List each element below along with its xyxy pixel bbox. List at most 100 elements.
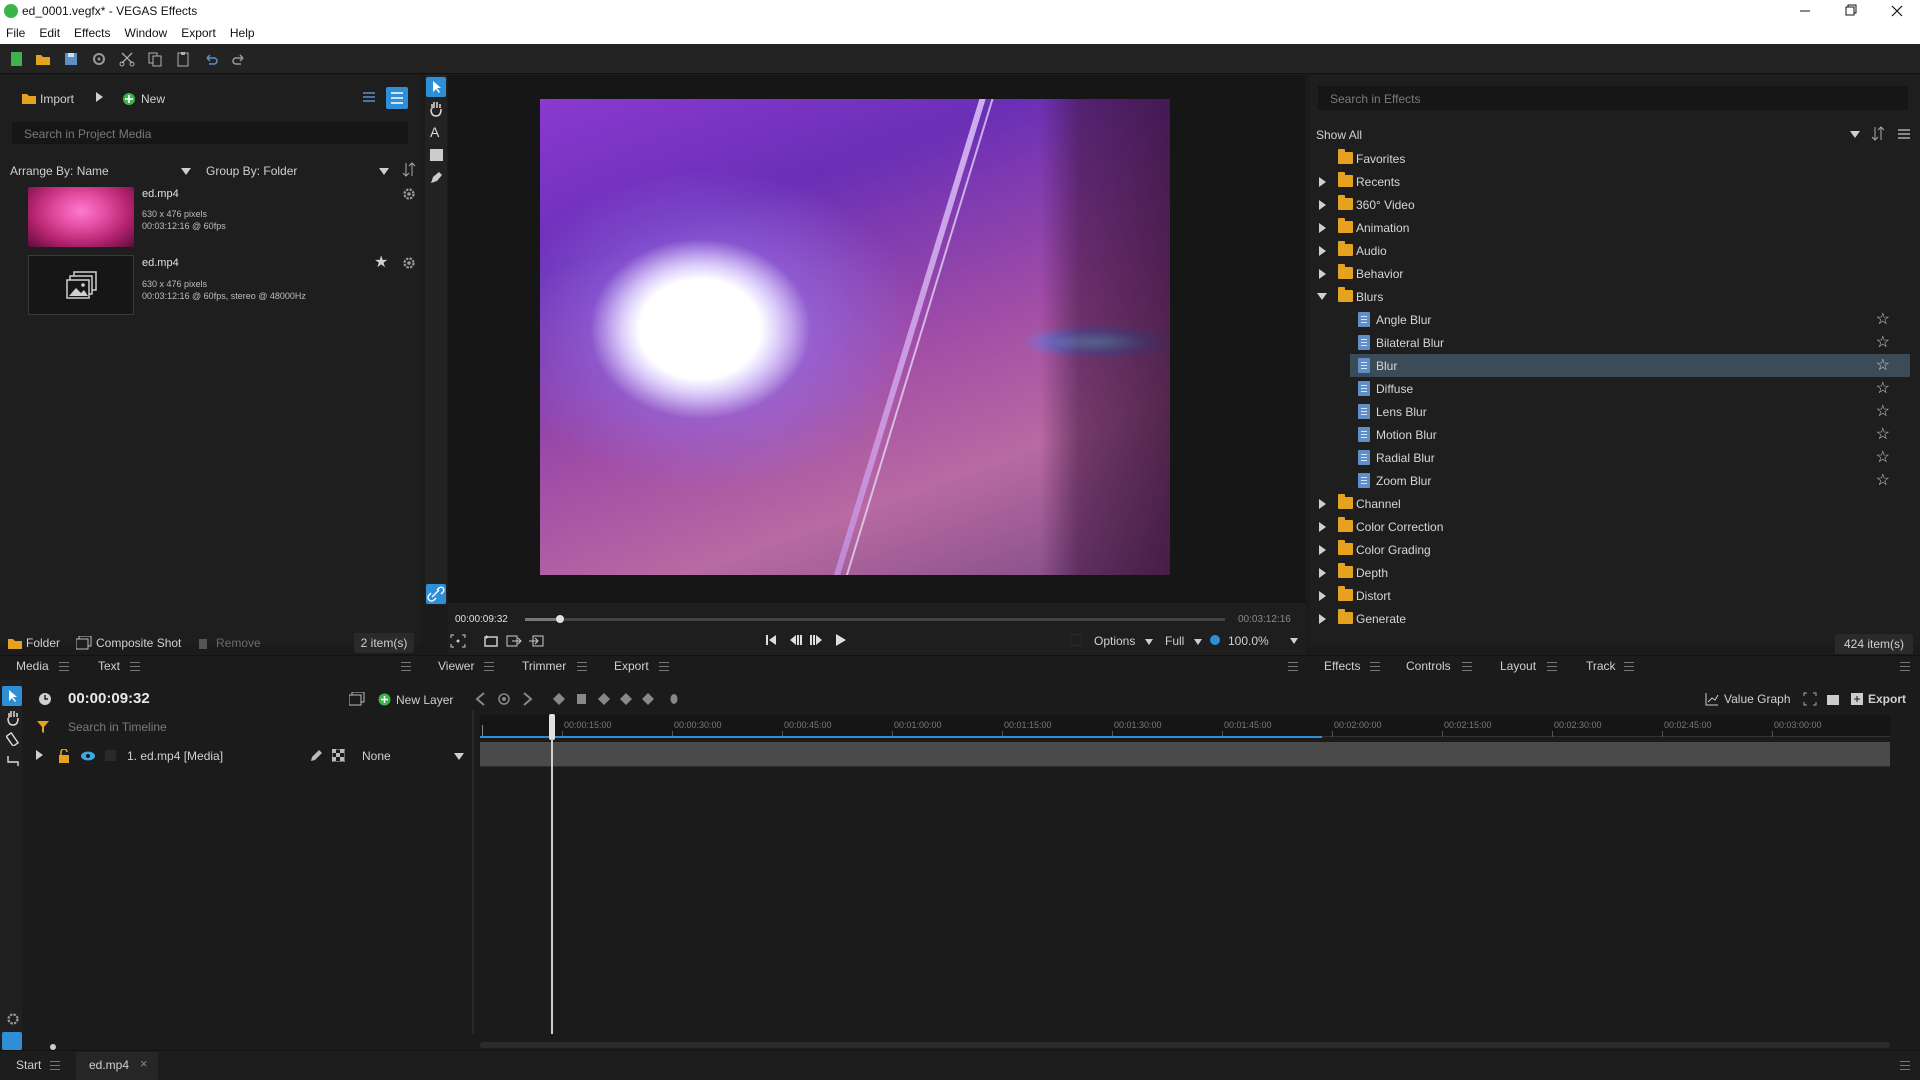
effects-item-row[interactable]: ☆ Diffuse: [1310, 377, 1910, 400]
expand-arrow-icon[interactable]: [1319, 200, 1326, 210]
expand-arrow-icon[interactable]: [1319, 545, 1326, 555]
expand-arrow-icon[interactable]: [36, 750, 43, 760]
favorite-star-icon[interactable]: ☆: [1876, 378, 1890, 398]
zoom-slider[interactable]: [30, 1044, 470, 1050]
tab-start[interactable]: Start: [16, 1058, 41, 1072]
tab-track[interactable]: Track: [1586, 659, 1616, 673]
favorite-star-icon[interactable]: ☆: [1876, 447, 1890, 467]
favorite-star-icon[interactable]: ★: [374, 252, 388, 272]
overlay-toggle[interactable]: [1070, 634, 1082, 646]
select-tool-icon[interactable]: [2, 686, 22, 706]
menu-icon[interactable]: [484, 662, 494, 671]
effects-folder-row[interactable]: Distort: [1310, 584, 1910, 607]
timeline-horizontal-scrollbar[interactable]: [480, 1042, 1890, 1048]
playhead-handle[interactable]: [549, 714, 555, 740]
group-dropdown[interactable]: Group By: Folder: [206, 164, 390, 178]
hand-tool-icon[interactable]: [6, 710, 20, 726]
expand-arrow-icon[interactable]: [1319, 614, 1326, 624]
effects-folder-row[interactable]: Behavior: [1310, 262, 1910, 285]
tab-ed-mp4[interactable]: ed.mp4 ×: [76, 1052, 158, 1080]
restore-button[interactable]: [1828, 0, 1874, 22]
menu-edit[interactable]: Edit: [31, 22, 66, 40]
previous-frame-icon[interactable]: [788, 634, 802, 646]
effects-item-row[interactable]: ☆ Zoom Blur: [1310, 469, 1910, 492]
loop-icon[interactable]: [483, 634, 499, 648]
favorite-star-icon[interactable]: ☆: [1876, 355, 1890, 375]
export-frame-icon[interactable]: [506, 634, 522, 648]
effects-search[interactable]: Search in Effects: [1318, 86, 1908, 110]
send-to-timeline-icon[interactable]: [528, 634, 544, 648]
effects-item-row[interactable]: ☆ Lens Blur: [1310, 400, 1910, 423]
effects-folder-row[interactable]: Audio: [1310, 239, 1910, 262]
effects-folder-row[interactable]: Color Grading: [1310, 538, 1910, 561]
save-icon[interactable]: [62, 50, 80, 68]
new-project-icon[interactable]: [8, 50, 26, 68]
paste-icon[interactable]: [174, 50, 192, 68]
close-window-button[interactable]: [1874, 0, 1920, 22]
composite-icon[interactable]: [349, 692, 365, 706]
effects-folder-row[interactable]: 360° Video: [1310, 193, 1910, 216]
minimize-button[interactable]: [1782, 0, 1828, 22]
timeline-current-time[interactable]: 00:00:09:32: [68, 690, 150, 707]
effects-filter-dropdown[interactable]: Show All: [1316, 128, 1860, 142]
effects-folder-row[interactable]: Favorites: [1310, 147, 1910, 170]
solo-toggle[interactable]: [105, 750, 116, 761]
menu-icon[interactable]: [1898, 128, 1910, 140]
expand-arrow-icon[interactable]: [1319, 499, 1326, 509]
effects-item-row[interactable]: ☆ Bilateral Blur: [1310, 331, 1910, 354]
effects-item-row[interactable]: ☆ Angle Blur: [1310, 308, 1910, 331]
tab-export[interactable]: Export: [614, 659, 649, 673]
detail-view-icon[interactable]: [386, 87, 408, 109]
expand-arrow-icon[interactable]: [1319, 591, 1326, 601]
sort-icon[interactable]: [402, 161, 416, 179]
favorite-star-icon[interactable]: ☆: [1876, 309, 1890, 329]
tab-effects[interactable]: Effects: [1324, 659, 1360, 673]
favorite-star-icon[interactable]: ☆: [1876, 401, 1890, 421]
effects-item-row[interactable]: ☆ Radial Blur: [1310, 446, 1910, 469]
project-media-search[interactable]: Search in Project Media: [12, 122, 408, 144]
effects-folder-row[interactable]: Blurs: [1310, 285, 1910, 308]
settings-gear-icon[interactable]: [90, 50, 108, 68]
menu-icon[interactable]: [1288, 662, 1298, 671]
close-icon[interactable]: ×: [140, 1056, 148, 1071]
gear-icon[interactable]: [402, 187, 416, 201]
gear-icon[interactable]: [402, 256, 416, 270]
favorite-star-icon[interactable]: ☆: [1876, 424, 1890, 444]
slip-tool-icon[interactable]: [6, 754, 20, 768]
effects-folder-row[interactable]: Channel: [1310, 492, 1910, 515]
render-icon[interactable]: [1826, 692, 1840, 706]
menu-icon[interactable]: [401, 662, 411, 671]
chevron-down-icon[interactable]: [1290, 638, 1298, 644]
menu-icon[interactable]: [659, 662, 669, 671]
pen-icon[interactable]: [309, 749, 323, 763]
menu-help[interactable]: Help: [222, 22, 261, 40]
playhead-line[interactable]: [551, 738, 553, 1034]
viewer-scrubber[interactable]: [525, 615, 1225, 623]
menu-icon[interactable]: [50, 1061, 60, 1070]
hand-tool-icon[interactable]: [429, 101, 443, 117]
next-frame-icon[interactable]: [810, 634, 824, 646]
collapse-arrow-icon[interactable]: [1317, 293, 1327, 300]
mask-checker-icon[interactable]: [332, 749, 345, 762]
go-to-start-icon[interactable]: [765, 634, 777, 646]
expand-arrow-icon[interactable]: [1319, 568, 1326, 578]
text-tool-icon[interactable]: A: [430, 124, 439, 140]
quality-dropdown[interactable]: Full: [1165, 634, 1202, 648]
snap-icon[interactable]: [2, 1032, 22, 1050]
keyframe-nav-icons[interactable]: [474, 692, 694, 706]
favorite-star-icon[interactable]: ☆: [1876, 470, 1890, 490]
tab-viewer[interactable]: Viewer: [438, 659, 474, 673]
tab-trimmer[interactable]: Trimmer: [522, 659, 566, 673]
expand-arrow-icon[interactable]: [1319, 269, 1326, 279]
timeline-splitter[interactable]: [472, 710, 474, 1034]
menu-icon[interactable]: [1900, 1061, 1910, 1070]
menu-file[interactable]: File: [0, 22, 31, 40]
timeline-clip-track[interactable]: [480, 742, 1890, 766]
fit-frame-icon[interactable]: [450, 634, 466, 648]
expand-arrow-icon[interactable]: [1319, 246, 1326, 256]
tab-text[interactable]: Text: [98, 659, 120, 673]
media-thumbnail-composite[interactable]: [28, 255, 134, 315]
sort-icon[interactable]: [1871, 125, 1885, 143]
work-area-bar[interactable]: [480, 736, 1322, 738]
arrange-dropdown[interactable]: Arrange By: Name: [10, 164, 196, 178]
